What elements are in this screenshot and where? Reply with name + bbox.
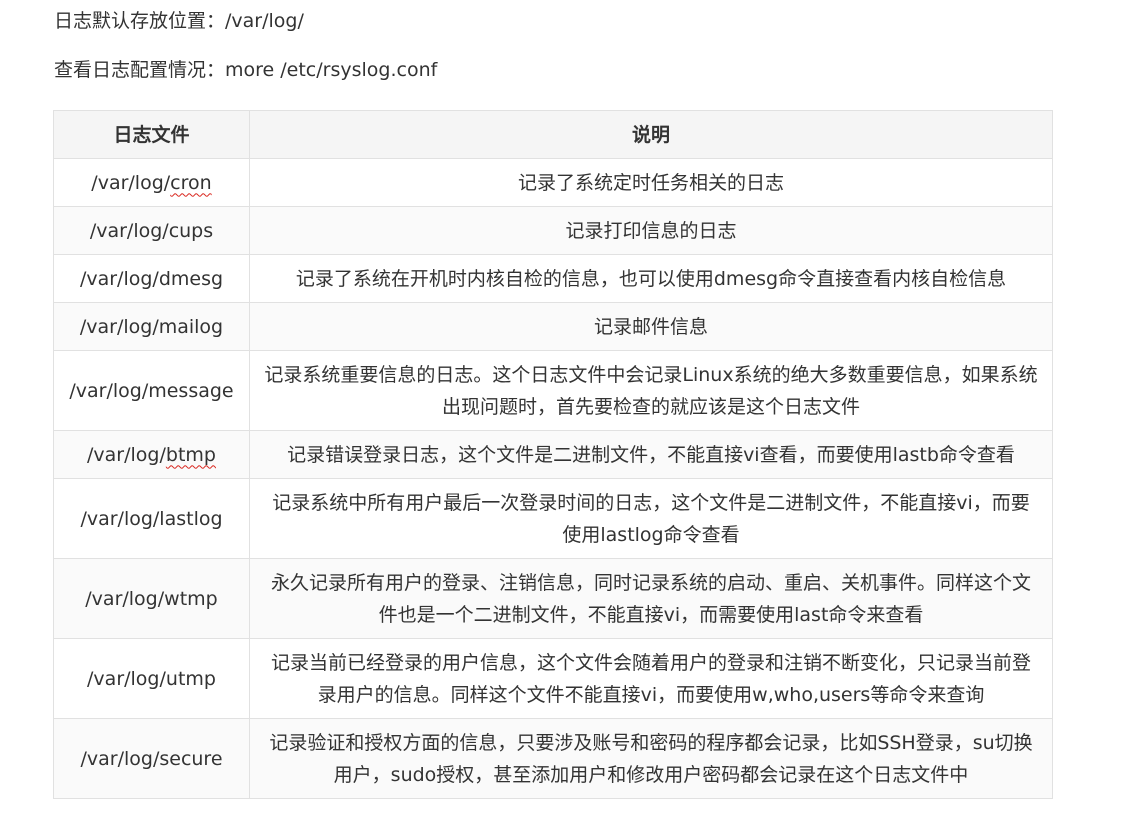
log-file-name: /var/log/utmp: [87, 667, 216, 690]
default-location-text: 日志默认存放位置：/var/log/: [54, 10, 304, 32]
description-cell: 记录当前已经登录的用户信息，这个文件会随着用户的登录和注销不断变化，只记录当前登…: [249, 638, 1053, 719]
description-cell: 记录打印信息的日志: [249, 206, 1053, 255]
table-row: /var/log/cron 记录了系统定时任务相关的日志: [53, 158, 1053, 207]
log-file-cell: /var/log/mailog: [53, 302, 250, 351]
table-row: /var/log/btmp 记录错误登录日志，这个文件是二进制文件，不能直接vi…: [53, 430, 1053, 479]
log-file-name: /var/log/lastlog: [80, 507, 223, 530]
spellcheck-flagged-word: btmp: [165, 443, 216, 466]
table-row: /var/log/mailog 记录邮件信息: [53, 302, 1053, 351]
log-file-cell: /var/log/utmp: [53, 638, 250, 719]
log-file-cell: /var/log/message: [53, 350, 250, 431]
description-cell: 记录了系统定时任务相关的日志: [249, 158, 1053, 207]
description-cell: 记录系统中所有用户最后一次登录时间的日志，这个文件是二进制文件，不能直接vi，而…: [249, 478, 1053, 559]
log-file-cell: /var/log/wtmp: [53, 558, 250, 639]
log-file-name: /var/log/dmesg: [79, 267, 224, 290]
log-file-prefix: /var/log/: [87, 443, 166, 466]
table-row: /var/log/utmp 记录当前已经登录的用户信息，这个文件会随着用户的登录…: [53, 638, 1053, 719]
log-file-cell: /var/log/lastlog: [53, 478, 250, 559]
table-header-row: 日志文件 说明: [53, 110, 1053, 159]
header-description: 说明: [249, 110, 1053, 159]
log-file-name: /var/log/cups: [89, 219, 214, 242]
log-file-cell: /var/log/cups: [53, 206, 250, 255]
description-cell: 记录邮件信息: [249, 302, 1053, 351]
description-cell: 记录错误登录日志，这个文件是二进制文件，不能直接vi查看，而要使用lastb命令…: [249, 430, 1053, 479]
table-row: /var/log/cups 记录打印信息的日志: [53, 206, 1053, 255]
table-row: /var/log/secure 记录验证和授权方面的信息，只要涉及账号和密码的程…: [53, 718, 1053, 799]
log-file-cell: /var/log/btmp: [53, 430, 250, 479]
table-row: /var/log/lastlog 记录系统中所有用户最后一次登录时间的日志，这个…: [53, 478, 1053, 559]
log-file-cell: /var/log/dmesg: [53, 254, 250, 303]
description-cell: 记录验证和授权方面的信息，只要涉及账号和密码的程序都会记录，比如SSH登录，su…: [249, 718, 1053, 799]
log-file-name: /var/log/mailog: [79, 315, 224, 338]
table-row: /var/log/wtmp 永久记录所有用户的登录、注销信息，同时记录系统的启动…: [53, 558, 1053, 639]
config-view-text: 查看日志配置情况：more /etc/rsyslog.conf: [54, 59, 438, 81]
description-cell: 永久记录所有用户的登录、注销信息，同时记录系统的启动、重启、关机事件。同样这个文…: [249, 558, 1053, 639]
description-cell: 记录系统重要信息的日志。这个日志文件中会记录Linux系统的绝大多数重要信息，如…: [249, 350, 1053, 431]
log-file-name: /var/log/secure: [80, 747, 223, 770]
log-file-cell: /var/log/cron: [53, 158, 250, 207]
log-file-cell: /var/log/secure: [53, 718, 250, 799]
log-file-name: /var/log/wtmp: [85, 587, 218, 610]
log-file-prefix: /var/log/: [91, 171, 171, 194]
log-files-table: 日志文件 说明 /var/log/cron 记录了系统定时任务相关的日志 /va…: [53, 110, 1053, 799]
log-file-name: /var/log/message: [69, 379, 234, 402]
spellcheck-flagged-word: cron: [170, 171, 212, 194]
table-row: /var/log/message 记录系统重要信息的日志。这个日志文件中会记录L…: [53, 350, 1053, 431]
table-row: /var/log/dmesg 记录了系统在开机时内核自检的信息，也可以使用dme…: [53, 254, 1053, 303]
header-log-file: 日志文件: [53, 110, 250, 159]
description-cell: 记录了系统在开机时内核自检的信息，也可以使用dmesg命令直接查看内核自检信息: [249, 254, 1053, 303]
